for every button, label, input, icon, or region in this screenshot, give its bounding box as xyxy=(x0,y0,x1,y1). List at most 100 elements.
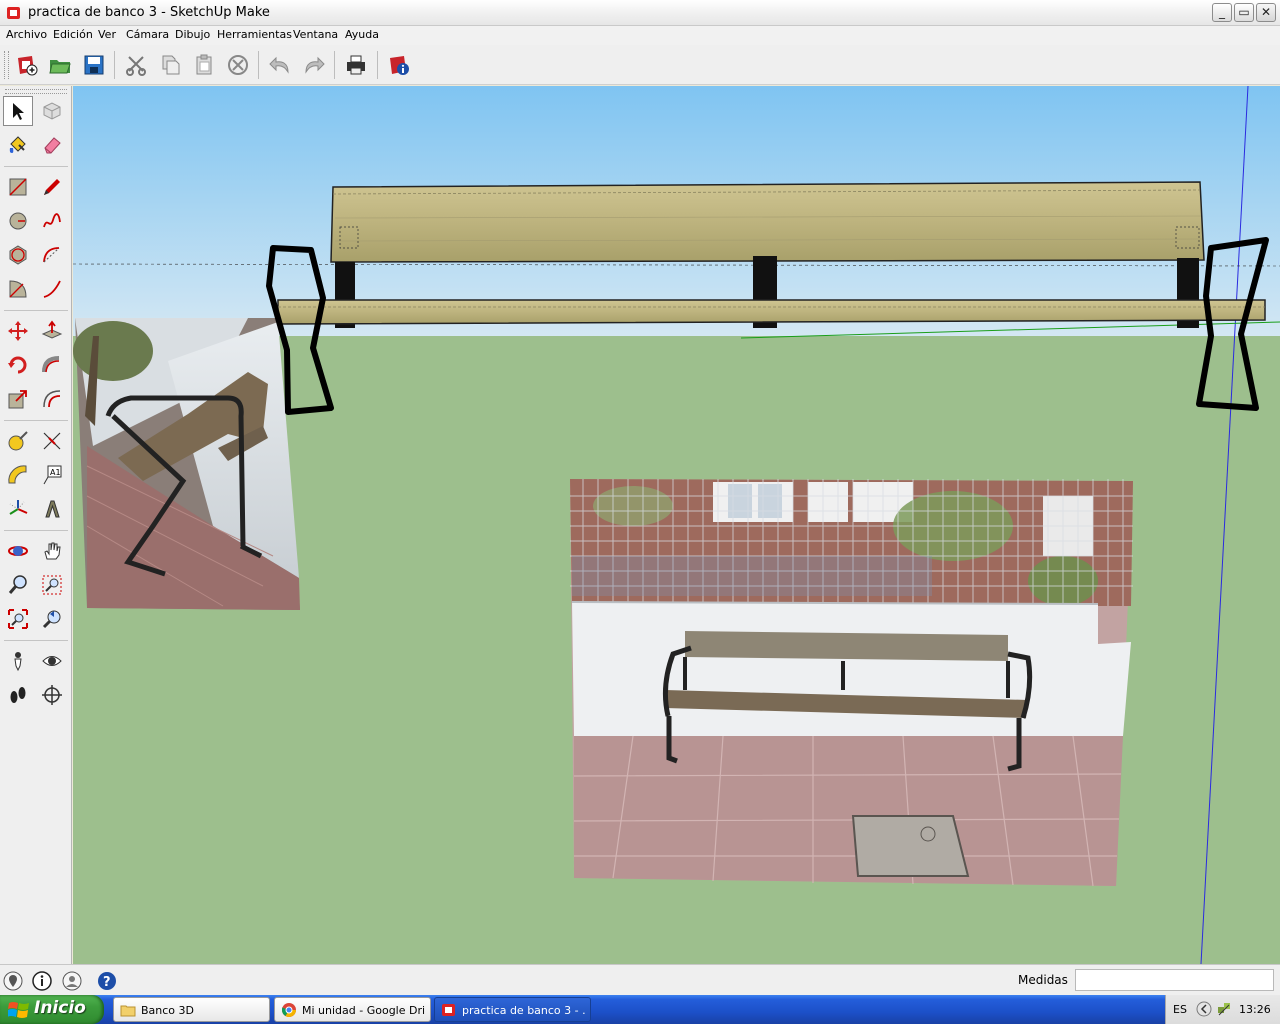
seat-board[interactable] xyxy=(277,299,1266,325)
tape-measure-tool[interactable] xyxy=(3,426,33,456)
open-button[interactable] xyxy=(46,51,74,79)
maximize-button[interactable]: ▭ xyxy=(1234,3,1254,22)
menu-ver[interactable]: Ver xyxy=(98,28,116,41)
menu-herramientas[interactable]: Herramientas xyxy=(217,28,292,41)
photo-bench-front[interactable] xyxy=(570,479,1133,887)
print-button[interactable] xyxy=(342,51,370,79)
close-button[interactable]: ✕ xyxy=(1256,3,1276,22)
zoom-window-tool[interactable] xyxy=(37,570,67,600)
clock[interactable]: 13:26 xyxy=(1239,1003,1271,1016)
previous-view-tool[interactable] xyxy=(37,604,67,634)
network-icon[interactable] xyxy=(1216,1001,1232,1017)
protractor-tool[interactable] xyxy=(3,460,33,490)
cut-button[interactable] xyxy=(122,51,150,79)
menu-ayuda[interactable]: Ayuda xyxy=(345,28,379,41)
task-google-drive[interactable]: Mi unidad - Google Dri... xyxy=(274,997,431,1022)
freehand-tool[interactable] xyxy=(37,206,67,236)
user-account-icon[interactable] xyxy=(62,971,82,991)
task-sketchup[interactable]: practica de banco 3 - ... xyxy=(434,997,591,1022)
menu-dibujo[interactable]: Dibujo xyxy=(175,28,210,41)
two-point-arc-icon xyxy=(43,280,61,298)
axes-tool[interactable] xyxy=(3,494,33,524)
menu-ventana[interactable]: Ventana xyxy=(293,28,338,41)
task-label: Mi unidad - Google Dri... xyxy=(302,1004,426,1017)
walk-icon xyxy=(10,687,26,703)
pan-icon xyxy=(44,542,61,560)
tools-palette: A1 xyxy=(0,86,72,964)
palette-separator xyxy=(4,640,68,641)
pan-tool[interactable] xyxy=(37,536,67,566)
pie-tool[interactable] xyxy=(3,274,33,304)
zoom-tool[interactable] xyxy=(3,570,33,600)
scene-canvas[interactable] xyxy=(73,86,1280,964)
offset-tool[interactable] xyxy=(37,384,67,414)
polygon-tool[interactable] xyxy=(3,240,33,270)
chrome-icon xyxy=(282,1003,296,1017)
two-point-arc-tool[interactable] xyxy=(37,274,67,304)
position-camera-icon xyxy=(14,652,22,672)
orbit-icon xyxy=(8,546,28,556)
task-label: practica de banco 3 - ... xyxy=(462,1004,586,1017)
walk-tool[interactable] xyxy=(3,680,33,710)
paste-button[interactable] xyxy=(190,51,218,79)
scale-tool[interactable] xyxy=(3,384,33,414)
look-around-icon xyxy=(42,656,62,666)
push-pull-tool[interactable] xyxy=(37,316,67,346)
menu-edicion[interactable]: Edición xyxy=(53,28,93,41)
select-tool[interactable] xyxy=(3,96,33,126)
zoom-extents-tool[interactable] xyxy=(3,604,33,634)
move-tool[interactable] xyxy=(3,316,33,346)
palette-separator xyxy=(4,420,68,421)
circle-tool[interactable] xyxy=(3,206,33,236)
previous-view-icon xyxy=(42,610,61,629)
section-plane-tool[interactable] xyxy=(37,680,67,710)
geolocation-icon[interactable] xyxy=(3,971,23,991)
arc-icon xyxy=(43,247,60,263)
tray-expand-icon[interactable] xyxy=(1196,1001,1212,1017)
arc-tool[interactable] xyxy=(37,240,67,270)
toolbar-separator xyxy=(334,51,335,79)
orbit-tool[interactable] xyxy=(3,536,33,566)
look-around-tool[interactable] xyxy=(37,646,67,676)
3d-text-tool[interactable] xyxy=(37,494,67,524)
rectangle-icon xyxy=(9,178,27,196)
language-indicator[interactable]: ES xyxy=(1173,1003,1187,1016)
start-button[interactable]: Inicio xyxy=(0,995,104,1024)
info-icon[interactable] xyxy=(32,971,52,991)
toolbar-grip[interactable] xyxy=(4,51,9,79)
menu-camara[interactable]: Cámara xyxy=(126,28,169,41)
copy-button[interactable] xyxy=(156,51,184,79)
palette-separator xyxy=(4,530,68,531)
new-model-button[interactable] xyxy=(13,51,41,79)
text-tool[interactable]: A1 xyxy=(37,460,67,490)
menu-archivo[interactable]: Archivo xyxy=(6,28,47,41)
sketchup-icon xyxy=(442,1004,455,1016)
pencil-tool[interactable] xyxy=(37,172,67,202)
redo-button[interactable] xyxy=(300,51,328,79)
folder-icon xyxy=(120,1005,136,1017)
paint-bucket-tool[interactable] xyxy=(3,130,33,160)
follow-me-tool[interactable] xyxy=(37,350,67,380)
toolbar-separator xyxy=(377,51,378,79)
save-button[interactable] xyxy=(80,51,108,79)
open-folder-icon xyxy=(49,60,71,74)
rectangle-tool[interactable] xyxy=(3,172,33,202)
palette-grip[interactable] xyxy=(5,89,67,94)
erase-button[interactable] xyxy=(224,51,252,79)
measurements-field[interactable] xyxy=(1075,969,1274,991)
undo-button[interactable] xyxy=(266,51,294,79)
photo-bench-side[interactable] xyxy=(73,318,300,610)
pie-icon xyxy=(9,280,27,298)
help-icon[interactable]: ? xyxy=(97,971,117,991)
make-component-tool[interactable] xyxy=(37,96,67,126)
eraser-tool[interactable] xyxy=(37,130,67,160)
model-viewport[interactable] xyxy=(73,86,1280,964)
minimize-button[interactable]: _ xyxy=(1212,3,1232,22)
task-banco-3d[interactable]: Banco 3D xyxy=(113,997,270,1022)
task-label: Banco 3D xyxy=(141,1004,195,1017)
dimension-tool[interactable] xyxy=(37,426,67,456)
model-info-button[interactable] xyxy=(385,51,413,79)
rotate-tool[interactable] xyxy=(3,350,33,380)
backrest-board[interactable] xyxy=(330,181,1205,263)
position-camera-tool[interactable] xyxy=(3,646,33,676)
